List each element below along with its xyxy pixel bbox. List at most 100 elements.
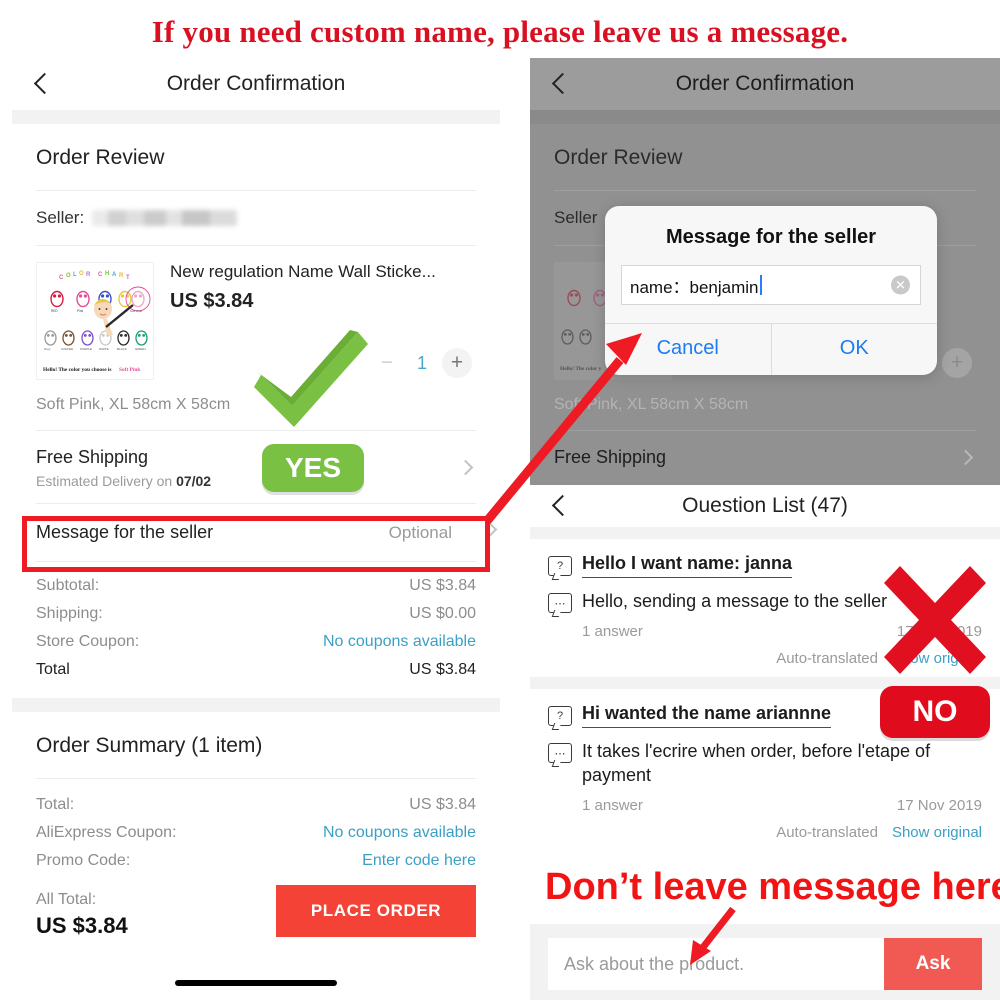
order-review-title: Order Review: [36, 146, 165, 169]
message-for-seller-label: Message for the seller: [36, 522, 214, 542]
divider: [12, 698, 500, 712]
quantity-plus-button[interactable]: +: [942, 348, 972, 378]
svg-text:Grey: Grey: [44, 347, 51, 351]
shipping-sub-prefix: Estimated Delivery on: [36, 473, 177, 489]
dialog-buttons: Cancel OK: [605, 323, 937, 375]
all-total-block: All Total: US $3.84 PLACE ORDER: [36, 875, 476, 939]
home-indicator: [175, 980, 337, 986]
aliexpress-coupon-link[interactable]: No coupons available: [323, 824, 476, 842]
chevron-left-icon[interactable]: [548, 73, 570, 95]
message-input-value: name：benjamin: [630, 277, 759, 297]
answer-count: 1 answer: [582, 797, 643, 815]
chevron-right-icon: [458, 459, 474, 475]
answer-bubble-icon: ⋯: [548, 593, 572, 613]
answer-text: It takes l'ecrire when order, before l'e…: [582, 741, 931, 785]
product-variant: Soft Pink, XL 58cm X 58cm: [554, 396, 749, 413]
question-bubble-icon: ?: [548, 706, 572, 727]
shipping-row[interactable]: Free Shipping Estimated Delivery on 07/0…: [36, 431, 476, 503]
ask-bar: Ask about the product. Ask: [530, 924, 1000, 1000]
shipping-title: Free Shipping: [36, 447, 149, 467]
chevron-right-icon: [482, 521, 498, 537]
chevron-right-icon: [958, 449, 974, 465]
auto-translated-label: Auto-translated: [776, 650, 878, 668]
color-chart-image: CO LO R CH AR T RED Pink BLUE Soft Pink: [37, 263, 153, 379]
dialog-title: Message for the seller: [665, 226, 877, 248]
summary-list: Total: US $3.84 AliExpress Coupon: No co…: [36, 779, 476, 875]
answer-line: ⋯ Hello, sending a message to the seller: [548, 590, 982, 613]
shipping-row[interactable]: Free Shipping: [554, 431, 976, 482]
summary-key: AliExpress Coupon:: [36, 824, 177, 841]
divider: [530, 110, 1000, 124]
question-bubble-icon: ?: [548, 556, 572, 576]
answer-count: 1 answer: [582, 623, 643, 641]
promo-code-link[interactable]: Enter code here: [362, 852, 476, 870]
total-key: Subtotal:: [36, 577, 100, 594]
message-for-seller-row[interactable]: Message for the seller Optional: [36, 504, 476, 561]
yes-badge: YES: [262, 444, 364, 492]
svg-text:Soft Pink: Soft Pink: [119, 367, 140, 373]
product-row[interactable]: CO LO R CH AR T RED Pink BLUE Soft Pink: [36, 246, 476, 386]
total-key: Shipping:: [36, 605, 103, 622]
right-phone-screen: Order Confirmation Order Review Seller H…: [530, 58, 1000, 488]
svg-text:R: R: [119, 273, 124, 279]
question-list-panel: Ouestion List (47) ? Hello I want name: …: [530, 485, 1000, 1000]
ok-button[interactable]: OK: [772, 324, 938, 375]
summary-line[interactable]: AliExpress Coupon: No coupons available: [36, 819, 476, 847]
ask-input[interactable]: Ask about the product.: [548, 938, 884, 990]
show-original-link[interactable]: Show original: [892, 650, 982, 667]
svg-text:WHITE: WHITE: [99, 347, 109, 351]
message-input-wrapper[interactable]: name：benjamin ✕: [621, 265, 921, 305]
left-phone-screen: Order Confirmation Order Review Seller: …: [12, 58, 500, 1000]
question-item[interactable]: ? Hello I want name: janna ⋯ Hello, send…: [530, 539, 1000, 678]
message-for-seller-dialog: Message for the seller name：benjamin ✕ C…: [605, 206, 937, 375]
total-line: Total US $3.84: [36, 656, 476, 684]
summary-value: US $3.84: [409, 796, 476, 813]
summary-line[interactable]: Promo Code: Enter code here: [36, 847, 476, 875]
clear-circle-icon[interactable]: ✕: [891, 275, 910, 295]
product-thumbnail[interactable]: CO LO R CH AR T RED Pink BLUE Soft Pink: [36, 262, 154, 380]
show-original-link[interactable]: Show original: [892, 824, 982, 841]
product-price: US $3.84: [170, 290, 254, 312]
quantity-value: 1: [416, 352, 427, 373]
order-review-title: Order Review: [554, 146, 683, 169]
text-caret: [759, 275, 762, 295]
svg-text:L: L: [73, 272, 77, 278]
left-navbar: Order Confirmation: [12, 58, 500, 110]
page-title: Ouestion List (47): [682, 494, 848, 517]
question-text: Hello I want name: janna: [582, 553, 793, 578]
quantity-minus-button[interactable]: −: [372, 348, 402, 378]
total-key: Total: [36, 661, 70, 678]
chevron-left-icon[interactable]: [30, 73, 52, 95]
question-meta: 1 answer 17 Nov 2019: [548, 623, 982, 640]
chevron-left-icon[interactable]: [548, 495, 570, 517]
cancel-button[interactable]: Cancel: [605, 324, 772, 375]
answer-bubble-icon: ⋯: [548, 743, 572, 764]
product-name: New regulation Name Wall Sticke...: [170, 262, 436, 281]
seller-row[interactable]: Seller:: [36, 191, 476, 245]
svg-text:C: C: [59, 275, 64, 281]
question-meta: 1 answer 17 Nov 2019: [548, 797, 982, 814]
svg-text:RED: RED: [51, 309, 58, 313]
quantity-stepper[interactable]: − 1 +: [372, 348, 472, 378]
question-date: 17 Nov 2019: [896, 797, 982, 815]
message-for-seller-value: Optional: [388, 522, 452, 542]
shipping-date: 07/02: [176, 473, 212, 489]
svg-text:Hello! The color you choose is: Hello! The color you choose is: [43, 367, 112, 373]
svg-text:COFFEE: COFFEE: [61, 347, 73, 351]
question-list-navbar: Ouestion List (47): [530, 485, 1000, 527]
svg-text:O: O: [79, 271, 84, 277]
order-review-card: Order Review Seller: CO LO R CH AR T RED…: [12, 124, 500, 698]
summary-key: Total:: [36, 796, 75, 813]
translation-row: Auto-translated Show original: [548, 650, 982, 667]
quantity-stepper[interactable]: +: [942, 348, 972, 378]
total-line: Shipping: US $0.00: [36, 600, 476, 628]
divider: [12, 110, 500, 124]
store-coupon-link[interactable]: No coupons available: [323, 633, 476, 651]
quantity-plus-button[interactable]: +: [442, 348, 472, 378]
total-line[interactable]: Store Coupon: No coupons available: [36, 628, 476, 656]
place-order-button[interactable]: PLACE ORDER: [276, 885, 476, 937]
svg-text:Hello! The color y: Hello! The color y: [560, 366, 602, 372]
total-value: US $3.84: [409, 661, 476, 678]
page-headline: If you need custom name, please leave us…: [151, 14, 849, 49]
ask-button[interactable]: Ask: [884, 938, 982, 990]
